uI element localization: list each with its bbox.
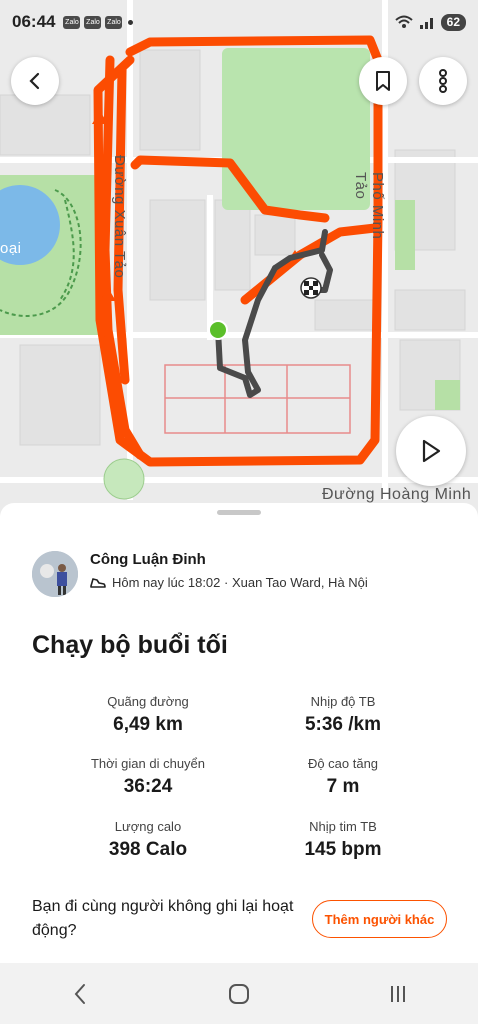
activity-sheet: Công Luận Đinh Hôm nay lúc 18:02 · Xuan … [0, 503, 478, 963]
stat-label: Lượng calo [114, 819, 182, 834]
street-label-hoang-minh: Đường Hoàng Minh [322, 486, 472, 503]
stat-label: Nhịp tim TB [309, 819, 377, 834]
start-marker [208, 320, 228, 340]
street-label-minh-tao: Phố Minh Tảo [352, 172, 386, 240]
stat-value: 36:24 [123, 776, 173, 797]
activity-datetime-location: Hôm nay lúc 18:02 · Xuan Tao Ward, Hà Nộ… [112, 575, 368, 590]
more-vertical-icon [439, 69, 447, 93]
stat-calories: Lượng calo 398 Calo [48, 819, 248, 861]
athlete-photo [32, 551, 78, 597]
lake-label: oại [0, 240, 22, 257]
nav-home-icon [228, 983, 249, 1004]
nav-back-icon [74, 983, 85, 1004]
stat-label: Thời gian di chuyển [90, 756, 206, 771]
stat-value: 145 bpm [304, 839, 382, 860]
nav-home-button[interactable] [209, 974, 269, 1014]
stat-elevation-gain: Độ cao tăng 7 m [243, 756, 443, 798]
running-shoe-icon [90, 577, 106, 588]
street-label-xuan-tao: Đường Xuân Tảo [111, 155, 128, 279]
back-button[interactable] [11, 57, 59, 105]
athlete-name[interactable]: Công Luận Đinh [90, 551, 206, 568]
status-time: 06:44 [12, 12, 56, 31]
add-partner-prompt: Bạn đi cùng người không ghi lại hoạt độn… [32, 898, 294, 939]
stat-avg-pace: Nhịp độ TB 5:36 /km [243, 694, 443, 736]
chevron-left-icon [29, 72, 40, 90]
bookmark-button[interactable] [359, 57, 407, 105]
zalo-icon: Zalo [105, 15, 123, 29]
nav-recents-icon [391, 985, 406, 1002]
add-others-button[interactable]: Thêm người khác [312, 900, 447, 938]
stat-value: 5:36 /km [304, 714, 382, 735]
battery-indicator: 62 [440, 13, 466, 31]
avatar[interactable] [32, 551, 78, 597]
stat-distance: Quãng đường 6,49 km [48, 694, 248, 736]
finish-marker [300, 277, 322, 299]
activity-title: Chạy bộ buổi tối [32, 631, 228, 659]
stat-label: Quãng đường [107, 694, 189, 709]
wifi-icon [394, 15, 413, 28]
signal-icon [419, 18, 433, 29]
nav-back-button[interactable] [50, 974, 110, 1014]
zalo-icon: Zalo [84, 15, 102, 29]
nav-recents-button[interactable] [368, 974, 428, 1014]
stat-value: 7 m [326, 776, 360, 797]
sheet-drag-handle[interactable] [217, 510, 261, 515]
stat-avg-heart-rate: Nhịp tim TB 145 bpm [243, 819, 443, 861]
more-options-button[interactable] [419, 57, 467, 105]
play-icon [422, 439, 441, 463]
zalo-icon: Zalo [63, 15, 81, 29]
system-nav-bar [0, 963, 478, 1024]
stat-moving-time: Thời gian di chuyển 36:24 [48, 756, 248, 798]
play-flyover-button[interactable] [396, 416, 466, 486]
stat-label: Độ cao tăng [307, 756, 379, 771]
stat-value: 398 Calo [108, 839, 188, 860]
stat-label: Nhịp độ TB [310, 694, 376, 709]
status-bar: 06:44 Zalo Zalo Zalo 62 [0, 0, 478, 44]
activity-meta: Hôm nay lúc 18:02 · Xuan Tao Ward, Hà Nộ… [90, 575, 368, 590]
stat-value: 6,49 km [113, 714, 183, 735]
bookmark-icon [376, 71, 390, 91]
notification-dot-icon [128, 19, 134, 25]
